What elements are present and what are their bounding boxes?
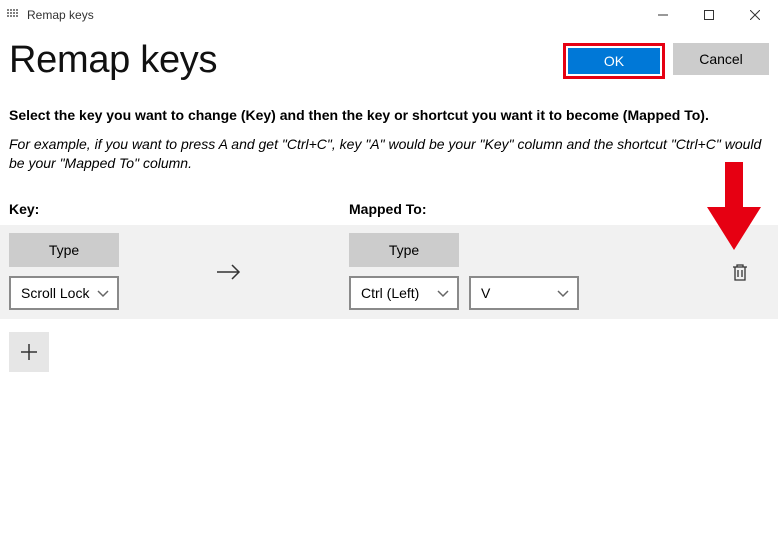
delete-column (729, 261, 769, 283)
close-button[interactable] (732, 0, 778, 30)
instructions-main: Select the key you want to change (Key) … (9, 107, 769, 123)
header: Remap keys OK Cancel (0, 30, 778, 82)
cancel-button[interactable]: Cancel (673, 43, 769, 75)
key-column-header: Key: (9, 201, 349, 217)
plus-icon (19, 342, 39, 362)
mapping-row: Type Scroll Lock Type Ctrl (Left) V (0, 225, 778, 319)
key-select-value: Scroll Lock (21, 285, 89, 301)
type-key-button[interactable]: Type (9, 233, 119, 267)
arrow-right-icon (215, 262, 243, 282)
trash-icon (731, 262, 749, 282)
chevron-down-icon (97, 287, 109, 299)
mapped-column-header: Mapped To: (349, 201, 427, 217)
mapped-modifier-select[interactable]: Ctrl (Left) (349, 276, 459, 310)
mapped-column: Type Ctrl (Left) V (349, 233, 649, 310)
titlebar: Remap keys (0, 0, 778, 30)
instructions-example: For example, if you want to press A and … (9, 135, 769, 173)
mapped-key-value: V (481, 285, 490, 301)
column-headers: Key: Mapped To: (0, 173, 778, 225)
type-mapped-button[interactable]: Type (349, 233, 459, 267)
mapped-key-select[interactable]: V (469, 276, 579, 310)
window-controls (640, 0, 778, 30)
instructions: Select the key you want to change (Key) … (0, 82, 778, 173)
ok-button[interactable]: OK (568, 48, 660, 74)
key-select[interactable]: Scroll Lock (9, 276, 119, 310)
chevron-down-icon (437, 287, 449, 299)
chevron-down-icon (557, 287, 569, 299)
maximize-button[interactable] (686, 0, 732, 30)
minimize-button[interactable] (640, 0, 686, 30)
key-column: Type Scroll Lock (9, 233, 209, 310)
mapped-modifier-value: Ctrl (Left) (361, 285, 419, 301)
add-mapping-button[interactable] (9, 332, 49, 372)
window-title: Remap keys (27, 8, 94, 22)
header-buttons: OK Cancel (563, 43, 769, 79)
arrow-column (209, 262, 349, 282)
delete-row-button[interactable] (729, 261, 751, 283)
ok-button-highlight: OK (563, 43, 665, 79)
page-title: Remap keys (9, 39, 217, 82)
add-row-section (0, 319, 778, 385)
app-icon (7, 9, 21, 21)
